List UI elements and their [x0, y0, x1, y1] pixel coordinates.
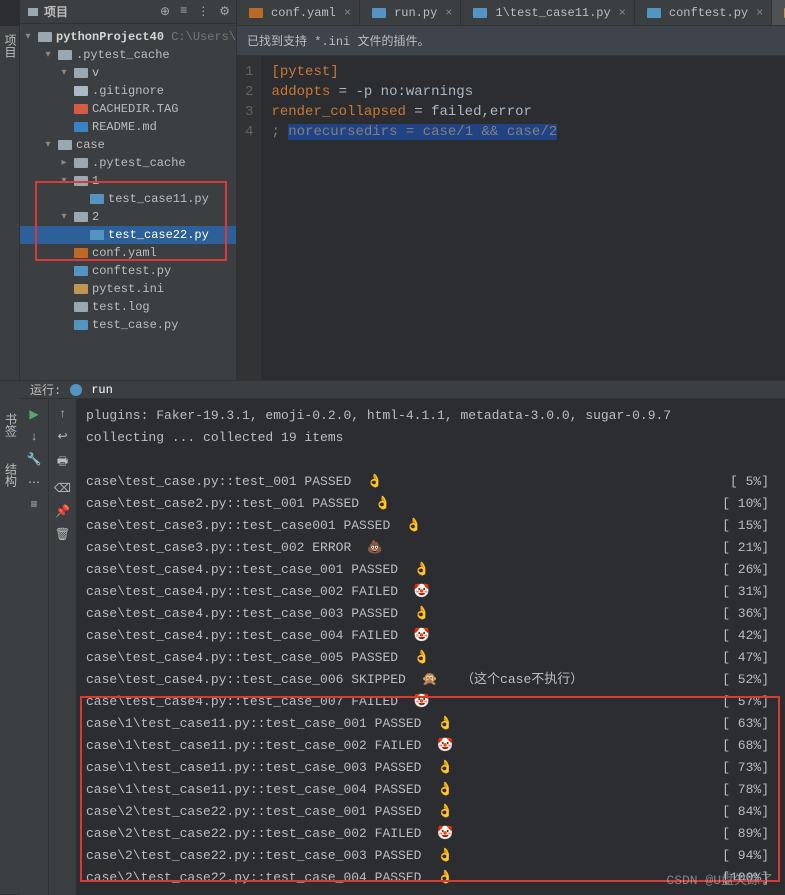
test-result-line: case\2\test_case22.py::test_case_003 PAS…	[86, 845, 775, 867]
project-sidebar: 项目 ⊕ ≡ ⋮ ⚙ pythonProject40 C:\Users\ .py…	[20, 0, 237, 380]
more-icon[interactable]: ⋯	[28, 475, 40, 490]
tree-item[interactable]: 1	[20, 172, 236, 190]
test-result-line: case\test_case4.py::test_case_006 SKIPPE…	[86, 669, 775, 691]
wrap-icon[interactable]: ↩	[57, 429, 67, 444]
run-toolbar-left: ▶ ↓ 🔧 ⋯ ≡	[20, 399, 48, 895]
run-config-name: run	[91, 383, 113, 397]
editor-tabs: conf.yaml × run.py × 1\test_case11.py × …	[237, 0, 785, 26]
editor-tab[interactable]: conf.yaml ×	[237, 0, 360, 25]
console-line	[86, 449, 775, 471]
editor-tab[interactable]: conftest.py ×	[635, 0, 772, 25]
console-line: collecting ... collected 19 items	[86, 427, 775, 449]
test-result-line: case\test_case3.py::test_002 ERROR 💩 [ 2…	[86, 537, 775, 559]
eraser-icon[interactable]: ⌫	[54, 481, 71, 496]
test-result-line: case\2\test_case22.py::test_case_002 FAI…	[86, 823, 775, 845]
editor-tab[interactable]: 1\test_case11.py ×	[461, 0, 634, 25]
code-lines[interactable]: [pytest]addopts = -p no:warningsrender_c…	[261, 56, 567, 380]
editor-tab[interactable]: pytest.ini ×	[772, 0, 785, 25]
tree-item[interactable]: README.md	[20, 118, 236, 136]
test-result-line: case\test_case4.py::test_case_005 PASSED…	[86, 647, 775, 669]
bookmark-tab[interactable]: 书签	[2, 413, 19, 437]
close-icon[interactable]: ×	[344, 6, 351, 20]
test-result-line: case\1\test_case11.py::test_case_003 PAS…	[86, 757, 775, 779]
code-line[interactable]: render_collapsed = failed,error	[271, 102, 557, 122]
test-result-line: case\test_case2.py::test_001 PASSED 👌 [ …	[86, 493, 775, 515]
tab-label: run.py	[394, 6, 437, 20]
py-icon	[372, 7, 386, 19]
test-result-line: case\test_case4.py::test_case_001 PASSED…	[86, 559, 775, 581]
test-result-line: case\test_case3.py::test_case001 PASSED …	[86, 515, 775, 537]
test-result-line: case\test_case.py::test_001 PASSED 👌 [ 5…	[86, 471, 775, 493]
code-line[interactable]: addopts = -p no:warnings	[271, 82, 557, 102]
tree-item[interactable]: conf.yaml	[20, 244, 236, 262]
tab-label: conftest.py	[669, 6, 748, 20]
sidebar-header: 项目 ⊕ ≡ ⋮ ⚙	[20, 0, 236, 24]
collapse-icon[interactable]: ≡	[180, 4, 187, 19]
test-result-line: case\test_case4.py::test_case_003 PASSED…	[86, 603, 775, 625]
test-result-line: case\2\test_case22.py::test_case_001 PAS…	[86, 801, 775, 823]
trash-icon[interactable]: 🗑	[55, 527, 70, 542]
down-icon[interactable]: ↓	[30, 430, 37, 444]
yaml-icon	[249, 7, 263, 19]
py-icon	[473, 7, 487, 19]
test-result-line: case\test_case4.py::test_case_004 FAILED…	[86, 625, 775, 647]
left-tab-project[interactable]: 项目	[1, 34, 18, 58]
code-line[interactable]: [pytest]	[271, 62, 557, 82]
pin-icon[interactable]: 📌	[55, 504, 70, 519]
code-area[interactable]: 1234 [pytest]addopts = -p no:warningsren…	[237, 56, 785, 380]
py-icon	[647, 7, 661, 19]
run-left-tabs: 书签 结构	[0, 381, 20, 894]
test-result-line: case\1\test_case11.py::test_case_002 FAI…	[86, 735, 775, 757]
console-line: plugins: Faker-19.3.1, emoji-0.2.0, html…	[86, 405, 775, 427]
code-line[interactable]: ; norecursedirs = case/1 && case/2	[271, 122, 557, 142]
tree-item[interactable]: .pytest_cache	[20, 46, 236, 64]
play-icon[interactable]: ▶	[29, 407, 38, 422]
tree-item[interactable]: conftest.py	[20, 262, 236, 280]
tree-item[interactable]: pytest.ini	[20, 280, 236, 298]
target-icon[interactable]: ⊕	[160, 4, 170, 19]
wrench-icon[interactable]: 🔧	[27, 452, 42, 467]
tree-item[interactable]: CACHEDIR.TAG	[20, 100, 236, 118]
editor-tab[interactable]: run.py ×	[360, 0, 461, 25]
run-header: 运行: run	[20, 381, 785, 399]
bars-icon[interactable]: ≡	[30, 498, 37, 512]
tree-item[interactable]: test_case.py	[20, 316, 236, 334]
test-result-line: case\1\test_case11.py::test_case_001 PAS…	[86, 713, 775, 735]
structure-tab[interactable]: 结构	[2, 463, 19, 487]
tree-item[interactable]: v	[20, 64, 236, 82]
left-tool-strip: 项目	[0, 26, 20, 380]
run-toolbar-right: ↑ ↩ 🖶 ⌫ 📌 🗑	[48, 399, 76, 895]
tab-label: 1\test_case11.py	[495, 6, 610, 20]
project-icon	[26, 5, 40, 19]
tree-item[interactable]: case	[20, 136, 236, 154]
py-icon	[69, 383, 83, 397]
tree-item[interactable]: .pytest_cache	[20, 154, 236, 172]
test-result-line: case\test_case4.py::test_case_002 FAILED…	[86, 581, 775, 603]
up-icon[interactable]: ↑	[59, 407, 66, 421]
watermark: CSDN @U盘失踪了	[666, 869, 773, 888]
tree-item[interactable]: test.log	[20, 298, 236, 316]
tree-root[interactable]: pythonProject40 C:\Users\	[20, 28, 236, 46]
tree-item[interactable]: 2	[20, 208, 236, 226]
test-result-line: case\test_case4.py::test_case_007 FAILED…	[86, 691, 775, 713]
editor-pane: conf.yaml × run.py × 1\test_case11.py × …	[237, 0, 785, 380]
run-header-label: 运行:	[30, 381, 61, 398]
close-icon[interactable]: ×	[619, 6, 626, 20]
sidebar-title: 项目	[44, 3, 68, 20]
test-result-line: case\1\test_case11.py::test_case_004 PAS…	[86, 779, 775, 801]
gear-icon[interactable]: ⚙	[219, 4, 230, 19]
tree-item[interactable]: test_case11.py	[20, 190, 236, 208]
run-panel: 书签 结构 运行: run ▶ ↓ 🔧 ⋯ ≡ ↑ ↩ 🖶 ⌫ 📌 🗑	[0, 380, 785, 894]
tab-label: conf.yaml	[271, 6, 336, 20]
hide-icon[interactable]: ⋮	[197, 4, 209, 19]
close-icon[interactable]: ×	[756, 6, 763, 20]
close-icon[interactable]: ×	[445, 6, 452, 20]
plugin-banner[interactable]: 已找到支持 *.ini 文件的插件。	[237, 26, 785, 56]
tree-item[interactable]: test_case22.py	[20, 226, 236, 244]
project-tree[interactable]: pythonProject40 C:\Users\ .pytest_cache …	[20, 24, 236, 380]
line-gutter: 1234	[237, 56, 261, 380]
console-output[interactable]: plugins: Faker-19.3.1, emoji-0.2.0, html…	[76, 399, 785, 895]
tree-item[interactable]: .gitignore	[20, 82, 236, 100]
print-icon[interactable]: 🖶	[57, 452, 68, 473]
